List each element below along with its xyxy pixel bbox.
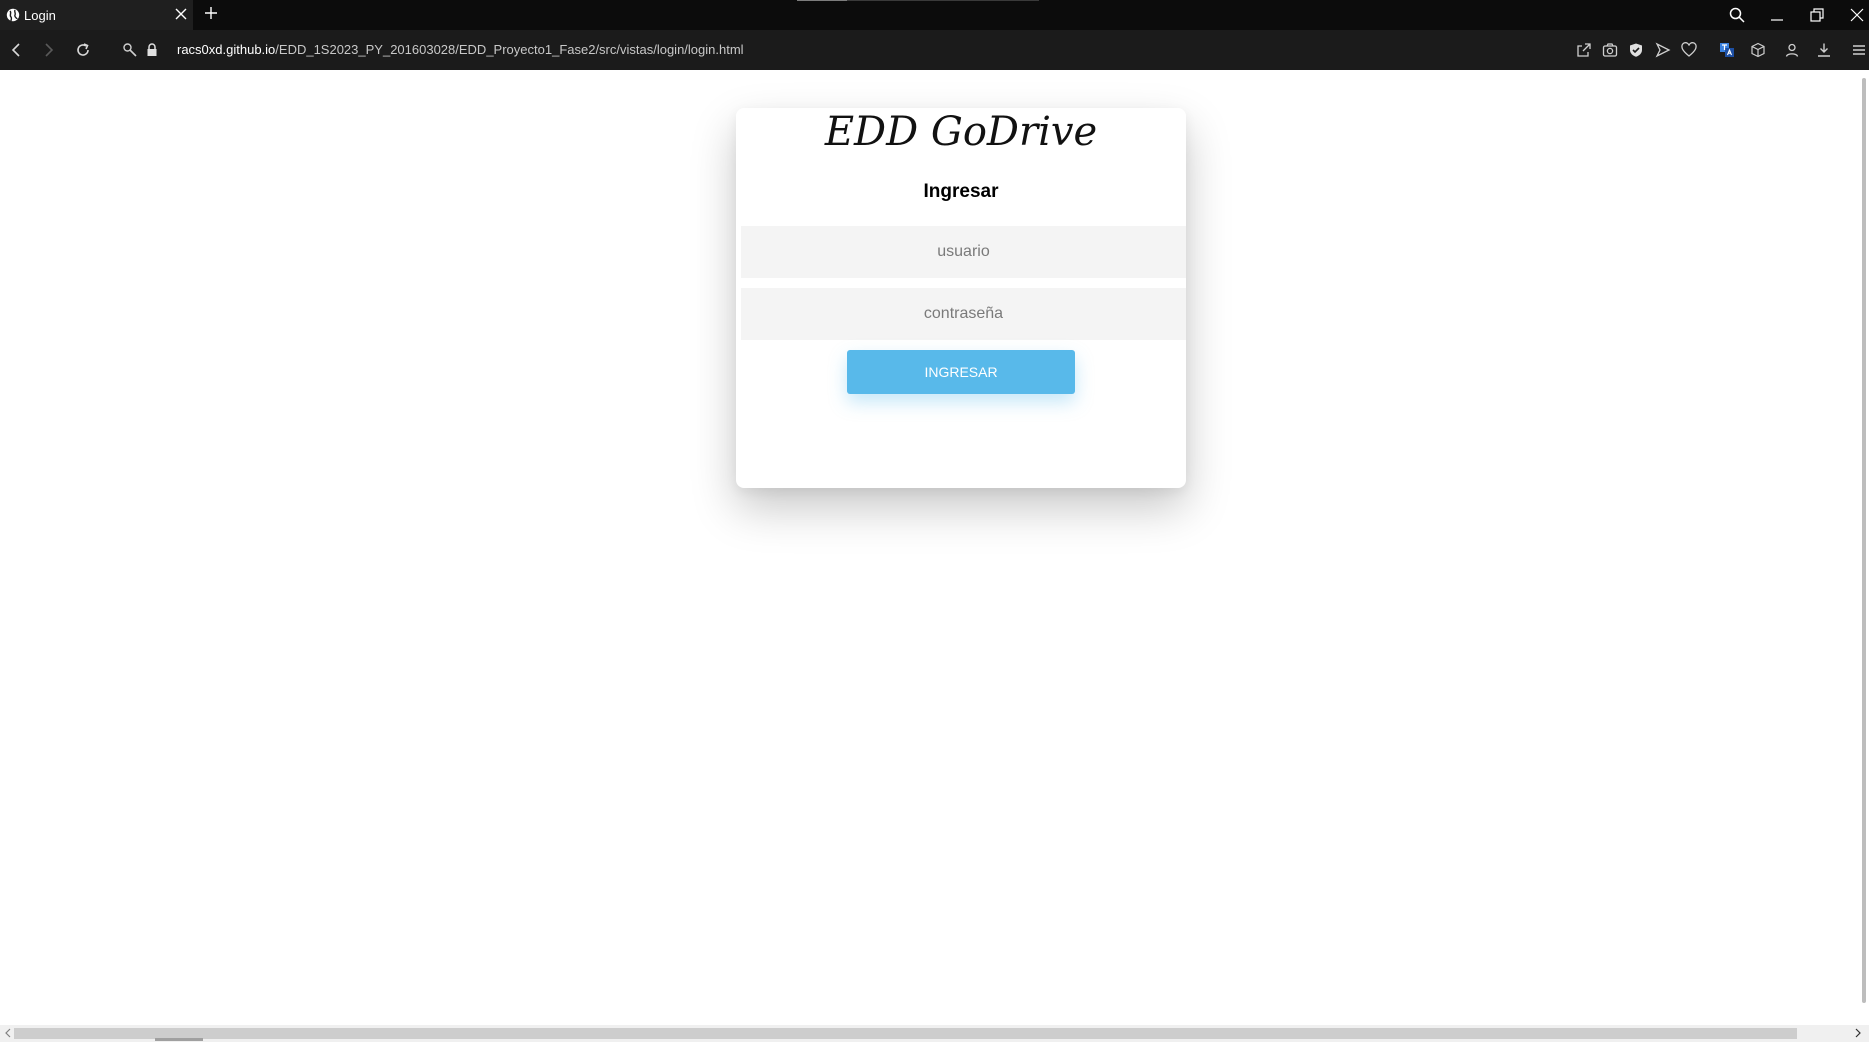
horizontal-scrollbar-thumb[interactable] bbox=[14, 1028, 1797, 1039]
send-icon[interactable] bbox=[1655, 42, 1671, 58]
new-tab-icon[interactable] bbox=[204, 6, 218, 20]
form-title: Ingresar bbox=[923, 181, 999, 202]
tab-title: Login bbox=[24, 8, 56, 23]
translate-icon[interactable] bbox=[1719, 42, 1735, 58]
scroll-right-icon[interactable] bbox=[1853, 1028, 1863, 1038]
active-tab[interactable]: Login bbox=[0, 0, 193, 30]
search-tabs-icon[interactable] bbox=[1729, 7, 1745, 23]
download-icon[interactable] bbox=[1816, 42, 1832, 58]
tab-strip-indicator bbox=[797, 0, 847, 1]
address-bar: racs0xd.github.io/EDD_1S2023_PY_20160302… bbox=[0, 30, 1869, 70]
tab-strip-indicator bbox=[847, 0, 1039, 1]
vertical-scrollbar[interactable] bbox=[1861, 70, 1869, 1025]
restore-icon[interactable] bbox=[1809, 7, 1825, 23]
scroll-left-icon[interactable] bbox=[3, 1028, 13, 1038]
horizontal-scrollbar[interactable] bbox=[0, 1025, 1869, 1042]
browser-tab-bar: Login bbox=[0, 0, 1869, 30]
site-settings-icon[interactable] bbox=[122, 42, 138, 58]
login-button[interactable]: INGRESAR bbox=[847, 350, 1075, 394]
password-input[interactable] bbox=[741, 288, 1186, 340]
reload-icon[interactable] bbox=[75, 42, 91, 58]
scroll-position-marker bbox=[155, 1038, 203, 1041]
url-host: racs0xd.github.io bbox=[177, 42, 276, 57]
menu-icon[interactable] bbox=[1851, 42, 1867, 58]
close-tab-icon[interactable] bbox=[174, 7, 188, 21]
shield-icon[interactable] bbox=[1628, 42, 1644, 58]
lock-icon[interactable] bbox=[144, 42, 160, 58]
profile-icon[interactable] bbox=[1784, 42, 1800, 58]
vertical-scrollbar-thumb[interactable] bbox=[1862, 78, 1866, 1003]
username-input[interactable] bbox=[741, 226, 1186, 278]
back-icon[interactable] bbox=[8, 42, 24, 58]
minimize-icon[interactable] bbox=[1769, 7, 1785, 23]
share-icon[interactable] bbox=[1576, 42, 1592, 58]
login-card: EDD GoDrive Ingresar INGRESAR bbox=[736, 108, 1186, 488]
app-logo: EDD GoDrive bbox=[824, 109, 1098, 155]
url-path: /EDD_1S2023_PY_201603028/EDD_Proyecto1_F… bbox=[275, 42, 744, 57]
camera-icon[interactable] bbox=[1602, 42, 1618, 58]
forward-icon[interactable] bbox=[41, 42, 57, 58]
box-icon[interactable] bbox=[1750, 42, 1766, 58]
url-text[interactable]: racs0xd.github.io/EDD_1S2023_PY_20160302… bbox=[177, 42, 744, 57]
heart-icon[interactable] bbox=[1681, 42, 1697, 58]
globe-icon bbox=[6, 8, 20, 22]
close-window-icon[interactable] bbox=[1849, 7, 1865, 23]
